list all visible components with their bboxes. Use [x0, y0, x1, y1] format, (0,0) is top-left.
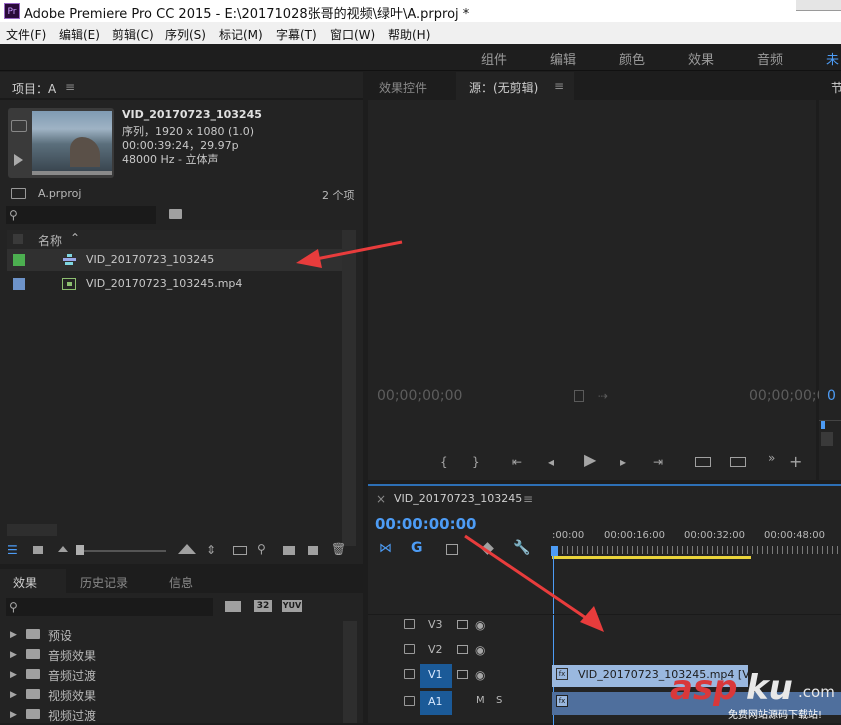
annotation-arrows — [296, 240, 604, 632]
arrow-head-sequence — [296, 249, 322, 268]
arrow-head-timeline — [580, 606, 604, 632]
watermark-brand-b: ku — [746, 668, 793, 708]
watermark-subtitle: 免费网站源码下载站! — [728, 710, 823, 721]
arrow-to-sequence — [315, 240, 403, 261]
watermark-brand-c: .com — [798, 683, 835, 701]
watermark-brand-a: asp — [670, 668, 738, 708]
arrow-to-timeline — [464, 534, 593, 624]
watermark: asp ku .com 免费网站源码下载站! — [670, 668, 841, 723]
